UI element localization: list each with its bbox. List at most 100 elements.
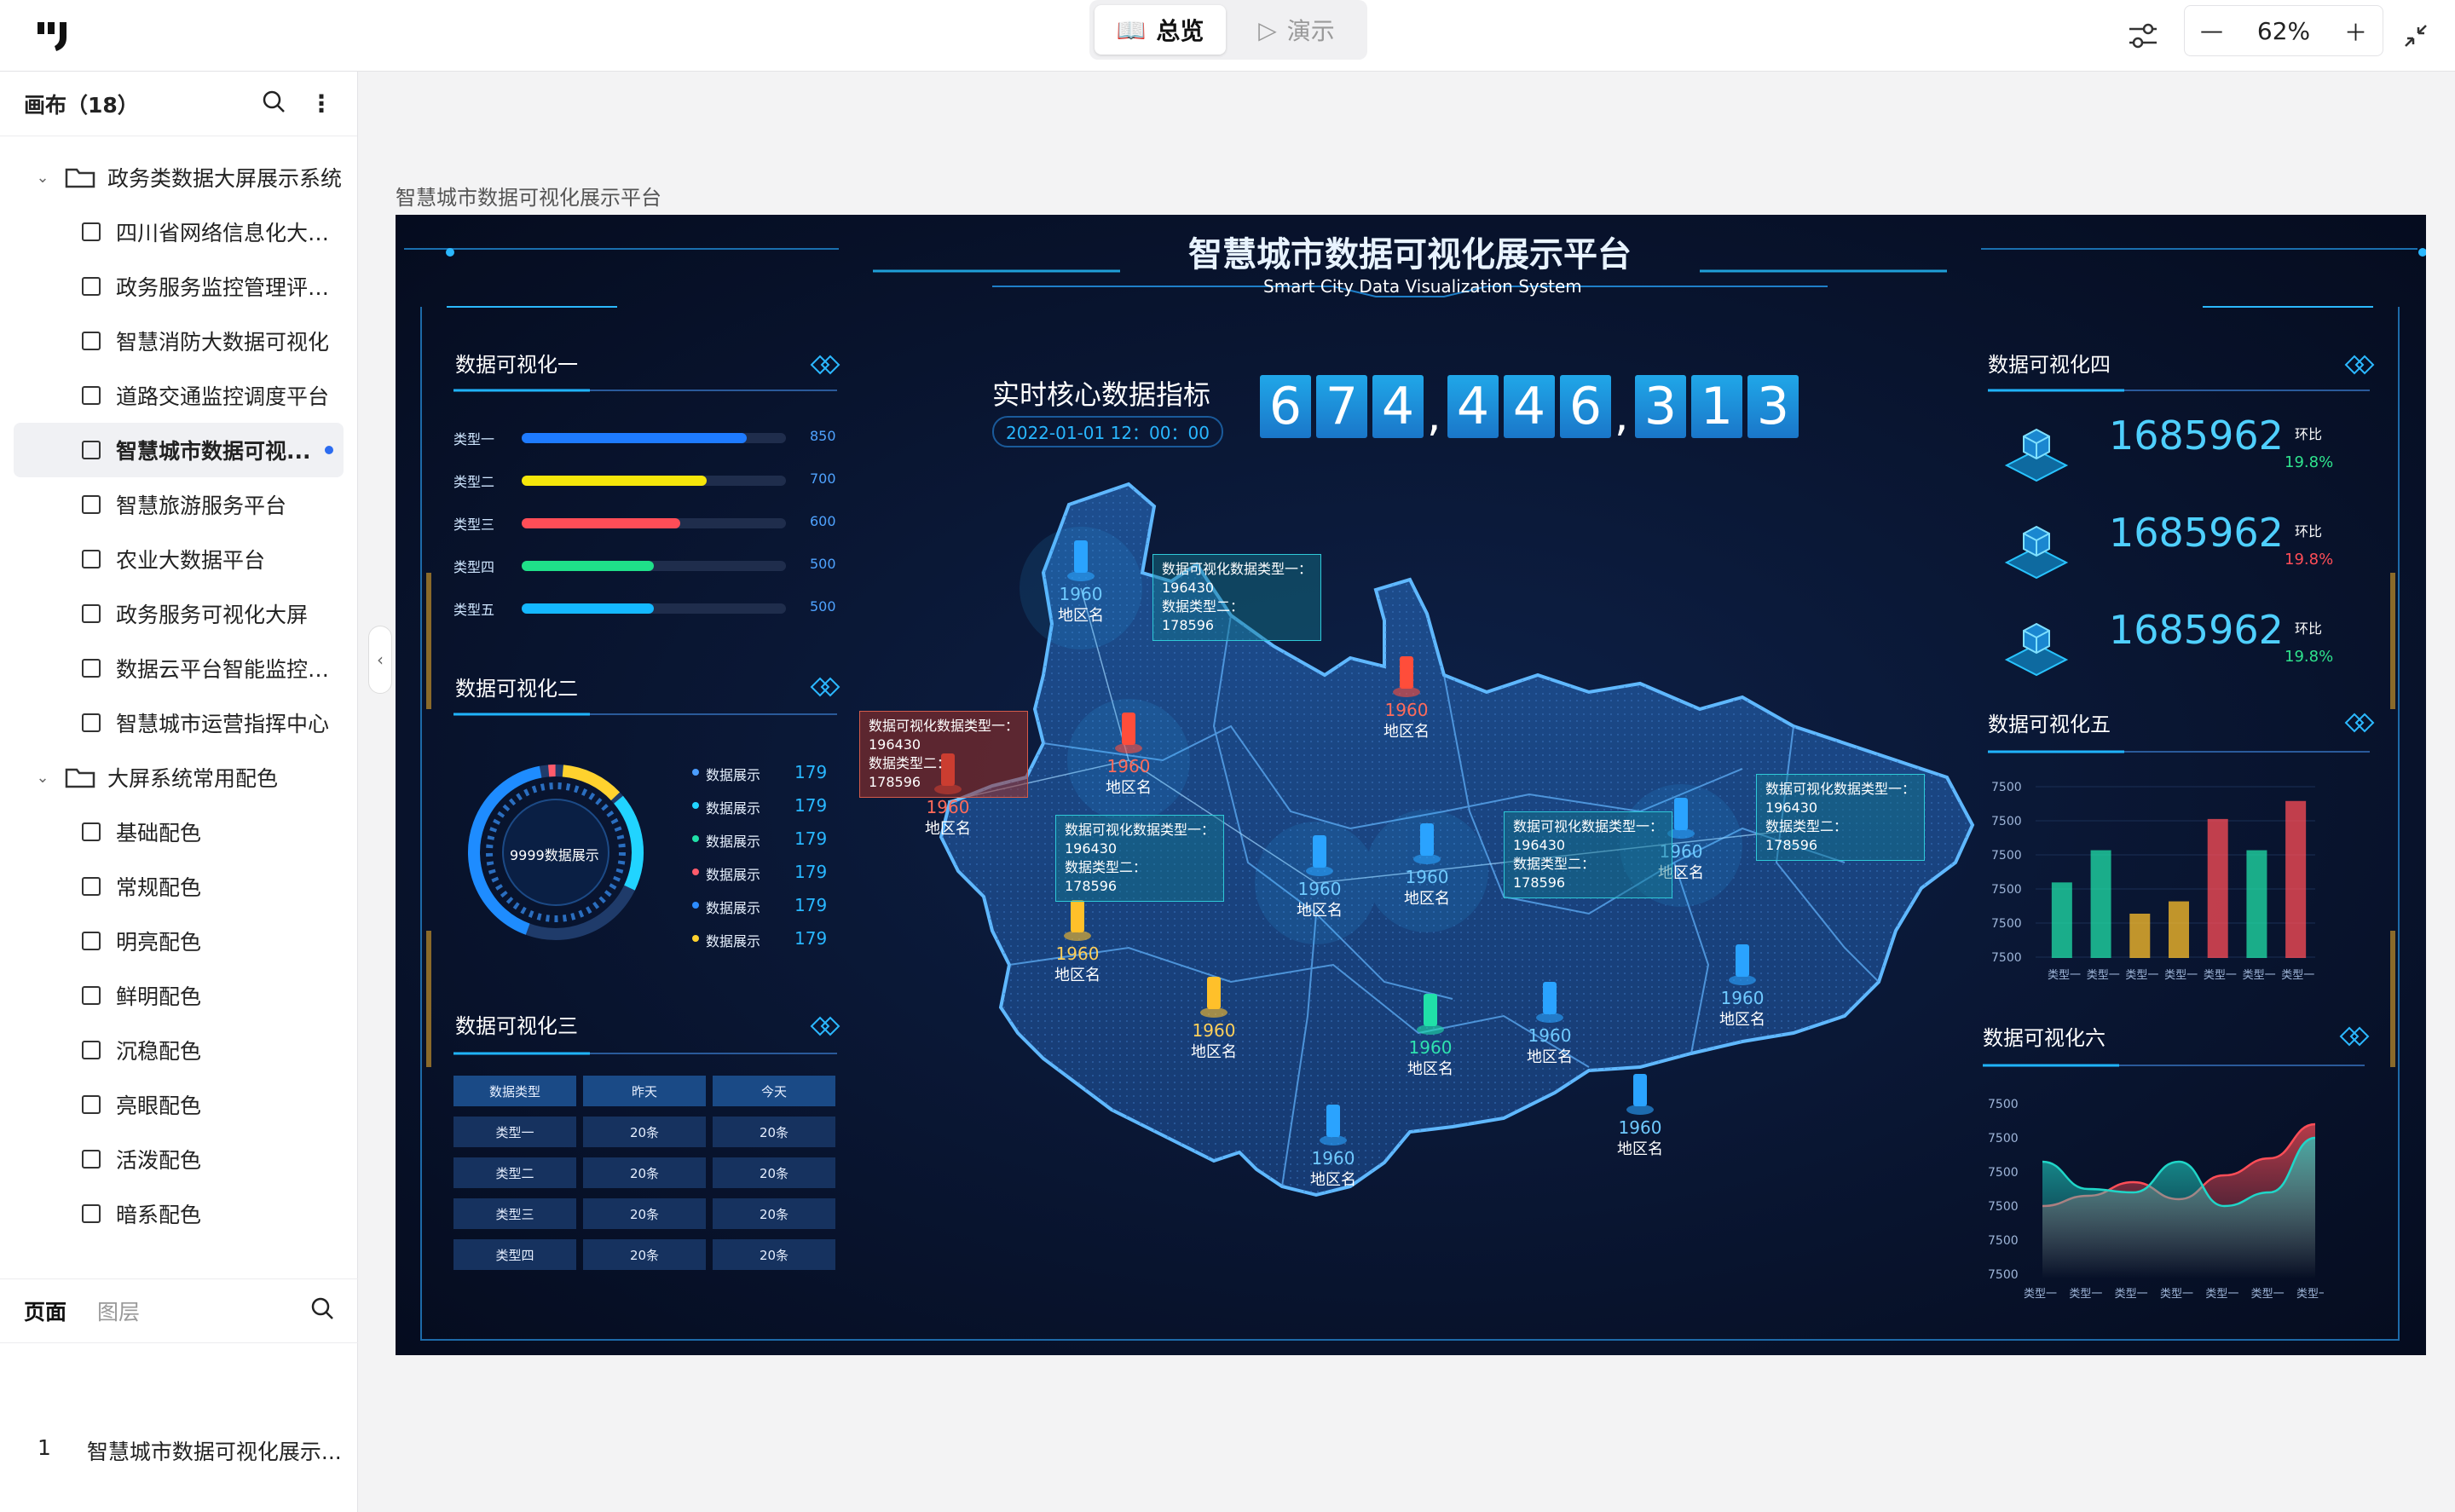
x-tick-label: 类型一	[2281, 969, 2314, 982]
map-pin-number: 1960	[926, 797, 970, 817]
legend-dot	[692, 935, 699, 942]
tree-item-label: 智慧消防大数据可视化	[116, 330, 330, 355]
tree-item[interactable]: 政务服务可视化大屏	[0, 586, 357, 641]
tree-item[interactable]: 政务服务监控管理评价...	[0, 259, 357, 314]
map-pin-icon[interactable]	[1410, 820, 1444, 871]
bar-value: 700	[810, 470, 836, 487]
canvas-page-icon	[82, 441, 101, 459]
x-tick-label: 类型一	[2251, 1288, 2285, 1301]
stat-value: 1685962	[2109, 510, 2284, 556]
map-pin-icon[interactable]	[1389, 653, 1424, 704]
tab-layers[interactable]: 图层	[97, 1296, 140, 1326]
map-pin-icon[interactable]	[1533, 978, 1567, 1030]
bar-label: 类型二	[453, 474, 495, 490]
zoom-out-button[interactable]: —	[2200, 18, 2223, 44]
zoom-in-button[interactable]: ＋	[2344, 14, 2367, 48]
tree-folder[interactable]: ⌄ 政务类数据大屏展示系统	[0, 150, 357, 205]
tree-item[interactable]: 智慧城市数据可视...	[14, 423, 344, 477]
canvas-page-icon	[82, 932, 101, 950]
tree-item[interactable]: 鲜明配色	[0, 968, 357, 1023]
tooltip-line2: 数据类型二：	[1065, 859, 1147, 875]
tree-item[interactable]: 基础配色	[0, 805, 357, 859]
bar-row: 类型一 850	[453, 424, 837, 450]
legend-value: 179	[794, 862, 828, 882]
bar[interactable]	[2169, 901, 2189, 958]
x-tick-label: 类型一	[2204, 969, 2237, 982]
tree-item[interactable]: 常规配色	[0, 859, 357, 914]
y-tick-label: 7500	[1988, 1132, 2019, 1146]
page-search-icon[interactable]	[310, 1296, 334, 1325]
counter-digit: 6	[1260, 375, 1311, 438]
search-icon[interactable]	[262, 89, 286, 118]
legend-value: 179	[794, 762, 828, 782]
x-tick-label: 类型一	[2115, 1288, 2148, 1301]
map-pin-icon[interactable]	[1112, 709, 1146, 760]
bar-label: 类型三	[453, 517, 495, 533]
chevron-down-icon[interactable]: ⌄	[31, 169, 55, 187]
x-tick-label: 类型一	[2048, 969, 2081, 982]
tree-item[interactable]: 活泼配色	[0, 1132, 357, 1186]
tree-item[interactable]: 道路交通监控调度平台	[0, 368, 357, 423]
tree-item-label: 政务服务监控管理评价...	[116, 275, 346, 300]
tooltip-value2: 178596	[1162, 617, 1215, 633]
tree-item[interactable]: 暗系配色	[0, 1186, 357, 1241]
legend-value: 179	[794, 928, 828, 949]
folder-icon	[65, 768, 95, 788]
tree-item[interactable]: 智慧消防大数据可视化	[0, 314, 357, 368]
tree-item[interactable]: 农业大数据平台	[0, 532, 357, 586]
sidebar-header: 画布（18） ⋮	[0, 72, 357, 136]
legend-value: 179	[794, 828, 828, 849]
tree-folder[interactable]: ⌄ 大屏系统常用配色	[0, 750, 357, 805]
collapse-sidebar-button[interactable]: ‹	[368, 626, 392, 694]
bar[interactable]	[2246, 850, 2267, 958]
tree-item-label: 智慧城市数据可视...	[116, 439, 311, 464]
chevron-down-icon[interactable]: ⌄	[31, 769, 55, 787]
map-pin-icon[interactable]	[1060, 897, 1095, 948]
bar[interactable]	[2207, 818, 2228, 959]
tab-overview[interactable]: 📖 总览	[1095, 5, 1226, 55]
tree-item[interactable]: 沉稳配色	[0, 1023, 357, 1077]
canvas-page-icon	[82, 877, 101, 896]
map-pin-icon[interactable]	[1303, 832, 1337, 883]
map-pin-icon[interactable]	[1725, 941, 1759, 992]
counter-digit: 1	[1691, 375, 1742, 438]
tree-item[interactable]: 智慧旅游服务平台	[0, 477, 357, 532]
tab-pages[interactable]: 页面	[24, 1296, 66, 1326]
canvas-page-icon	[82, 1150, 101, 1169]
y-tick-label: 7500	[1988, 1166, 2019, 1180]
bar[interactable]	[2090, 850, 2111, 958]
tooltip-line1: 数据可视化数据类型一：	[869, 718, 1020, 734]
bar[interactable]	[2051, 882, 2072, 958]
map-pin-icon[interactable]	[1316, 1101, 1350, 1152]
legend-dot	[692, 769, 699, 776]
tree-item-label: 数据云平台智能监控系统	[116, 657, 346, 682]
page-list-item[interactable]: 1 智慧城市数据可视化展示...	[0, 1435, 358, 1466]
settings-sliders-icon[interactable]	[2121, 14, 2165, 58]
table-row: 类型三 20条 20条	[453, 1198, 837, 1229]
tree-item[interactable]: 智慧城市运营指挥中心	[0, 695, 357, 750]
top-toolbar: 📖 总览 ▷ 演示 — 62% ＋	[0, 0, 2455, 72]
dashboard-artboard[interactable]: 7500 7500 7500 7500 7500 7500 类型一 类型一 类型一 类型一 类型一类…	[396, 215, 2426, 1355]
x-tick-label: 类型一	[2164, 969, 2198, 982]
panel6-title: 数据可视化六	[1983, 1026, 2106, 1050]
map-tooltip: 数据可视化数据类型一： 196430 数据类型二： 178596	[1055, 815, 1225, 902]
bar[interactable]	[2129, 914, 2151, 958]
bar[interactable]	[2285, 800, 2307, 959]
tree-item[interactable]: 数据云平台智能监控系统	[0, 641, 357, 695]
map-pin-icon[interactable]	[1064, 537, 1098, 588]
stat-value: 1685962	[2109, 607, 2284, 653]
tree-item[interactable]: 四川省网络信息化大数...	[0, 205, 357, 259]
tree-item[interactable]: 明亮配色	[0, 914, 357, 968]
canvas-sidebar: 画布（18） ⋮ ⌄ 政务类数据大屏展示系统 四川省网络信息化大数... 政务服务监控…	[0, 72, 358, 1512]
tree-item[interactable]: 亮眼配色	[0, 1077, 357, 1132]
app-logo-icon[interactable]	[34, 17, 75, 55]
map-pin-icon[interactable]	[1623, 1071, 1657, 1122]
unsaved-dot	[324, 446, 333, 454]
tab-demo[interactable]: ▷ 演示	[1231, 5, 1362, 55]
more-vertical-icon[interactable]: ⋮	[309, 89, 333, 118]
map-pin-icon[interactable]	[1413, 990, 1447, 1042]
map-pin-number: 1960	[1059, 584, 1103, 604]
bar-fill	[522, 518, 680, 528]
collapse-screen-icon[interactable]	[2394, 14, 2438, 58]
map-pin-icon[interactable]	[1197, 973, 1231, 1024]
